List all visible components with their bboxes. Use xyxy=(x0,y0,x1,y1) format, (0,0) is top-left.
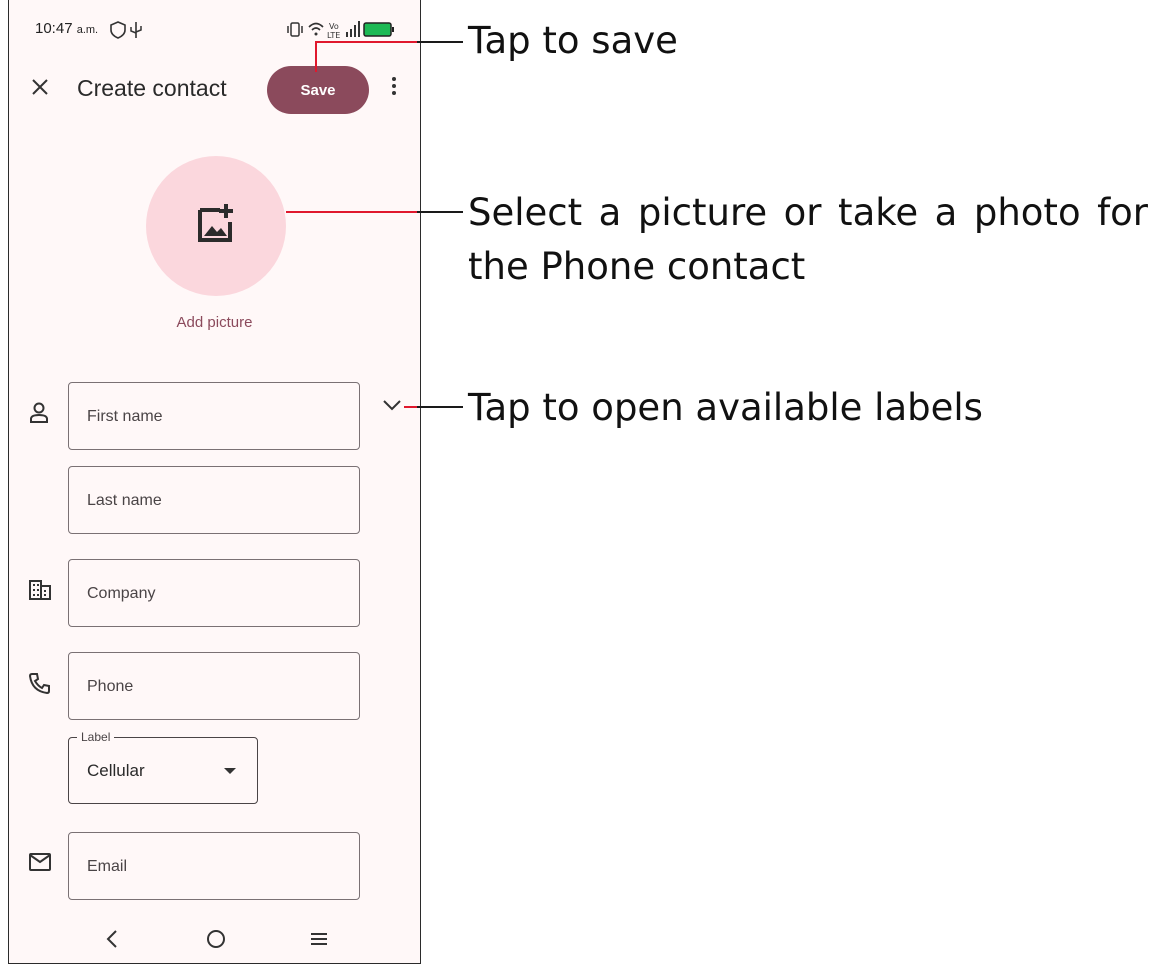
menu-icon[interactable] xyxy=(309,928,329,950)
usb-icon xyxy=(130,22,142,38)
save-callout-line xyxy=(315,42,317,72)
phone-field[interactable]: Phone xyxy=(68,652,360,720)
volte-lte-icon: Vo LTE xyxy=(327,22,340,40)
person-icon xyxy=(30,402,48,423)
save-note: Tap to save xyxy=(468,19,678,62)
page-title: Create contact xyxy=(77,75,227,101)
svg-text:Vo: Vo xyxy=(329,22,339,31)
labels-callout-line xyxy=(417,406,463,408)
company-placeholder: Company xyxy=(87,585,156,602)
first-name-placeholder: First name xyxy=(87,408,163,425)
status-bar: 10:47 a.m. Vo LTE xyxy=(9,0,420,60)
picture-note-line1: Select a picture or take a photo for xyxy=(468,191,1148,234)
signal-icon xyxy=(346,21,360,37)
dropdown-arrow-icon xyxy=(224,768,236,774)
close-icon[interactable] xyxy=(29,76,51,98)
email-field[interactable]: Email xyxy=(68,832,360,900)
save-callout-line xyxy=(315,41,417,43)
save-callout-line xyxy=(417,41,463,43)
last-name-field[interactable]: Last name xyxy=(68,466,360,534)
phone-label-legend: Label xyxy=(77,730,115,744)
status-icons: Vo LTE xyxy=(110,21,394,40)
email-icon xyxy=(29,853,51,871)
add-picture-label[interactable]: Add picture xyxy=(9,314,420,331)
add-photo-icon xyxy=(198,204,233,242)
email-placeholder: Email xyxy=(87,858,128,875)
more-options-icon[interactable] xyxy=(389,74,399,102)
labels-callout-line xyxy=(404,406,417,408)
navigation-bar xyxy=(9,920,420,963)
labels-note: Tap to open available labels xyxy=(468,386,983,429)
battery-icon xyxy=(363,22,394,37)
phone-icon xyxy=(29,673,50,694)
svg-text:LTE: LTE xyxy=(327,31,340,40)
home-icon[interactable] xyxy=(205,928,227,950)
phone-screen: 10:47 a.m. Vo LTE Create contact Save Ad… xyxy=(8,0,421,964)
first-name-field[interactable]: First name xyxy=(68,382,360,450)
save-button[interactable]: Save xyxy=(267,66,369,114)
shield-icon xyxy=(110,21,126,39)
picture-callout-line xyxy=(286,211,417,213)
vibrate-icon xyxy=(287,22,303,37)
company-field[interactable]: Company xyxy=(68,559,360,627)
phone-label-dropdown[interactable]: Label Cellular xyxy=(68,730,258,804)
phone-label-value: Cellular xyxy=(87,761,145,780)
app-bar: Create contact Save xyxy=(9,60,420,120)
picture-callout-line xyxy=(417,211,463,213)
wifi-icon xyxy=(308,22,324,36)
chevron-down-icon[interactable] xyxy=(382,398,402,412)
phone-placeholder: Phone xyxy=(87,678,134,695)
last-name-placeholder: Last name xyxy=(87,492,162,509)
picture-note-line2: the Phone contact xyxy=(468,245,806,288)
business-icon xyxy=(29,580,51,600)
add-picture-button[interactable] xyxy=(146,156,286,296)
back-icon[interactable] xyxy=(105,928,119,950)
